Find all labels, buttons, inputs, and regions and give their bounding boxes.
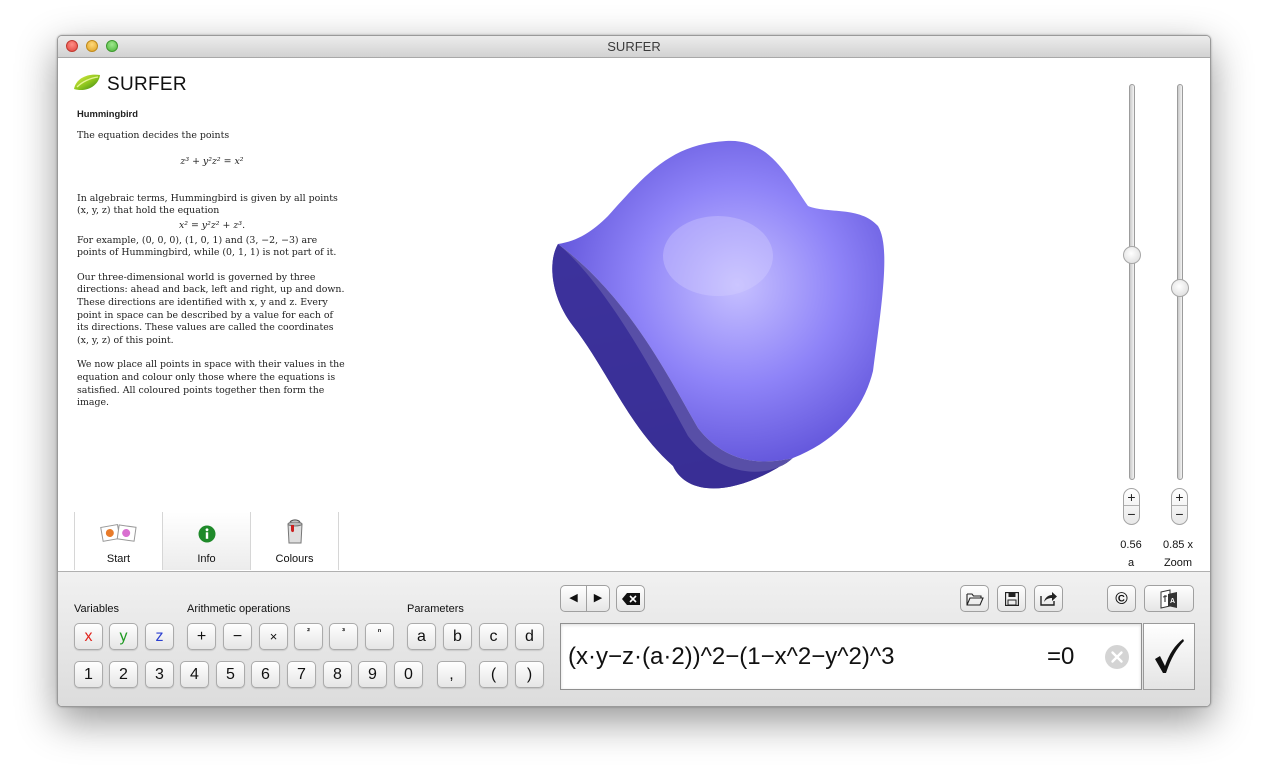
key-7[interactable]: 7 bbox=[287, 661, 316, 688]
key-a[interactable]: a bbox=[407, 623, 436, 650]
side-tabs: Start Info Colours bbox=[74, 512, 340, 570]
window-title: SURFER bbox=[607, 39, 661, 54]
share-button[interactable] bbox=[1034, 585, 1063, 612]
info-paragraph: For example, (0, 0, 0), (1, 0, 1) and (3… bbox=[77, 234, 337, 259]
parameter-a-stepper[interactable]: + − bbox=[1123, 488, 1140, 525]
zoom-stepper[interactable]: + − bbox=[1171, 488, 1188, 525]
key-cube[interactable]: ³ bbox=[329, 623, 358, 650]
key-power-n[interactable]: ⁿ bbox=[365, 623, 394, 650]
gallery-icon bbox=[99, 523, 137, 542]
info-panel: Hummingbird The equation decides the poi… bbox=[77, 108, 347, 422]
zoom-in-button[interactable]: + bbox=[1172, 489, 1187, 505]
key-y[interactable]: y bbox=[109, 623, 138, 650]
svg-text:A: A bbox=[1170, 598, 1175, 605]
arithmetic-group-label: Arithmetic operations bbox=[187, 603, 291, 615]
info-equation: z³ + y²z² = x² bbox=[180, 156, 244, 168]
folder-open-icon bbox=[965, 593, 984, 606]
checkmark-icon bbox=[1155, 639, 1184, 673]
formula-equals: =0 bbox=[1047, 643, 1075, 670]
key-1[interactable]: 1 bbox=[74, 661, 103, 688]
surfer-logo-icon bbox=[74, 74, 100, 91]
variables-group-label: Variables bbox=[74, 603, 120, 615]
clear-icon bbox=[1111, 651, 1123, 663]
app-logo-text: SURFER bbox=[107, 74, 187, 95]
key-open-paren[interactable]: ( bbox=[479, 661, 508, 688]
decrease-a-button[interactable]: − bbox=[1124, 505, 1139, 522]
info-paragraph: The equation decides the points bbox=[77, 129, 230, 141]
key-8[interactable]: 8 bbox=[323, 661, 352, 688]
key-minus[interactable]: − bbox=[223, 623, 252, 650]
info-paragraph: Our three-dimensional world is governed … bbox=[77, 271, 345, 346]
copyright-button[interactable]: © bbox=[1107, 585, 1136, 612]
key-0[interactable]: 0 bbox=[394, 661, 423, 688]
backspace-button[interactable] bbox=[616, 585, 645, 612]
key-4[interactable]: 4 bbox=[180, 661, 209, 688]
zoom-slider-handle[interactable] bbox=[1171, 279, 1189, 297]
translate-icon: A bbox=[1160, 589, 1177, 609]
cursor-move-control: ◀ ▶ bbox=[560, 585, 610, 612]
key-square[interactable]: ² bbox=[294, 623, 323, 650]
key-comma[interactable]: , bbox=[437, 661, 466, 688]
key-c[interactable]: c bbox=[479, 623, 508, 650]
info-paragraph: We now place all points in space with th… bbox=[77, 359, 345, 409]
zoom-label: Zoom bbox=[1163, 557, 1193, 569]
key-3[interactable]: 3 bbox=[145, 661, 174, 688]
language-button[interactable]: A bbox=[1144, 585, 1194, 612]
key-b[interactable]: b bbox=[443, 623, 472, 650]
key-6[interactable]: 6 bbox=[251, 661, 280, 688]
backspace-icon bbox=[621, 593, 640, 605]
info-equation: x² = y²z² + z³. bbox=[178, 219, 246, 231]
tab-info[interactable]: Info bbox=[163, 512, 251, 570]
cursor-left-button[interactable]: ◀ bbox=[561, 586, 587, 611]
info-paragraph: In algebraic terms, Hummingbird is given… bbox=[77, 192, 338, 217]
key-multiply[interactable]: × bbox=[259, 623, 288, 650]
title-bar: SURFER bbox=[58, 36, 1210, 58]
key-2[interactable]: 2 bbox=[109, 661, 138, 688]
info-icon bbox=[198, 525, 215, 543]
surface-render[interactable] bbox=[488, 136, 908, 496]
tab-label: Start bbox=[106, 553, 131, 565]
input-panel: Variables Arithmetic operations Paramete… bbox=[58, 571, 1210, 706]
clear-formula-button[interactable] bbox=[1105, 645, 1129, 669]
key-9[interactable]: 9 bbox=[358, 661, 387, 688]
increase-a-button[interactable]: + bbox=[1124, 489, 1139, 505]
save-button[interactable] bbox=[997, 585, 1026, 612]
tab-label: Colours bbox=[275, 553, 314, 565]
cursor-right-button[interactable]: ▶ bbox=[586, 586, 610, 611]
key-5[interactable]: 5 bbox=[216, 661, 245, 688]
parameter-a-slider[interactable] bbox=[1129, 84, 1135, 480]
paint-bucket-icon bbox=[286, 519, 303, 544]
key-x[interactable]: x bbox=[74, 623, 103, 650]
surface-name-heading: Hummingbird bbox=[77, 108, 138, 119]
tab-colours[interactable]: Colours bbox=[251, 512, 339, 570]
share-icon bbox=[1039, 592, 1057, 606]
key-d[interactable]: d bbox=[515, 623, 544, 650]
surfer-window: SURFER SURFER Hummingbird The equation d… bbox=[57, 35, 1211, 707]
zoom-out-button[interactable]: − bbox=[1172, 505, 1187, 522]
open-file-button[interactable] bbox=[960, 585, 989, 612]
formula-text[interactable]: (x·y−z·(a·2))^2−(1−x^2−y^2)^3 bbox=[568, 643, 894, 671]
key-z[interactable]: z bbox=[145, 623, 174, 650]
parameter-a-slider-handle[interactable] bbox=[1123, 246, 1141, 264]
zoom-value: 0.85 x bbox=[1163, 539, 1193, 551]
formula-input[interactable]: (x·y−z·(a·2))^2−(1−x^2−y^2)^3 =0 bbox=[560, 623, 1142, 690]
key-close-paren[interactable]: ) bbox=[515, 661, 544, 688]
tab-start[interactable]: Start bbox=[75, 512, 163, 570]
parameters-group-label: Parameters bbox=[407, 603, 464, 615]
tab-label: Info bbox=[197, 553, 216, 565]
apply-formula-button[interactable] bbox=[1143, 623, 1195, 690]
save-icon bbox=[1004, 591, 1019, 607]
key-plus[interactable]: + bbox=[187, 623, 216, 650]
